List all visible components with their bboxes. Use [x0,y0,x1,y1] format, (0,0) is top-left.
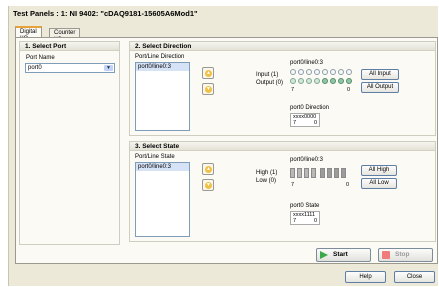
state-switch-1[interactable] [334,168,339,178]
input-label: Input (1) [256,72,279,78]
direction-readout-label: port0 Direction [290,105,330,111]
output-label: Output (0) [256,80,284,86]
direction-move-up-button[interactable]: ▲ [202,67,214,79]
state-switch-6[interactable] [297,168,302,178]
state-switch-3[interactable] [320,168,325,178]
arrow-down-icon: ▼ [205,86,212,93]
direction-list-label: Port/Line Direction [135,54,185,60]
state-readout-low: 0 [313,218,317,224]
digital-io-panel: 1. Select Port Port Name port0 ▼ 2. Sele… [15,37,438,264]
select-port-title: 1. Select Port [20,42,119,51]
window-title: Test Panels : 1: NI 9402: "cDAQ9181-1560… [13,9,198,18]
stop-label: Stop [395,251,410,258]
start-button[interactable]: Start [316,248,371,262]
high-label: High (1) [256,170,278,176]
select-state-group: 3. Select State Port/Line State port0/li… [129,141,436,242]
start-label: Start [333,251,348,258]
direction-readout: xxxx0000 7 0 [290,113,320,127]
state-readout-high: 7 [293,218,297,224]
state-readout-label: port0 State [290,203,320,209]
select-direction-title: 2. Select Direction [130,42,435,51]
dialog-footer: Help Close [9,266,439,286]
output-led-6[interactable] [298,78,304,84]
state-scale-low: 0 [346,182,350,188]
state-readout-scale: 7 0 [293,218,317,224]
direction-readout-high: 7 [293,120,297,126]
state-switch-2[interactable] [327,168,332,178]
input-led-2[interactable] [330,69,336,75]
input-led-7[interactable] [290,69,296,75]
test-panels-window: Test Panels : 1: NI 9402: "cDAQ9181-1560… [8,6,438,286]
direction-scale-low: 0 [347,87,351,93]
output-led-5[interactable] [306,78,312,84]
state-lines-label: port0/line0:3 [290,157,324,163]
port-name-value: port0 [28,65,42,71]
help-button[interactable]: Help [345,271,386,283]
stop-button[interactable]: Stop [378,248,433,262]
state-list-item[interactable]: port0/line0:3 [136,163,189,171]
state-readout: xxxx1111 7 0 [290,211,320,225]
state-switch-0[interactable] [341,168,346,178]
close-button[interactable]: Close [394,271,435,283]
direction-readout-scale: 7 0 [293,120,317,126]
input-led-0[interactable] [346,69,352,75]
low-label: Low (0) [256,178,277,184]
all-input-button[interactable]: All Input [361,69,399,80]
all-high-button[interactable]: All High [361,165,397,176]
direction-listbox[interactable]: port0/line0:3 [135,62,190,131]
state-switch-4[interactable] [311,168,316,178]
chevron-down-icon[interactable]: ▼ [104,65,113,71]
state-move-up-button[interactable]: ▲ [202,163,214,175]
output-led-7[interactable] [290,78,296,84]
input-led-3[interactable] [322,69,328,75]
all-output-button[interactable]: All Output [361,82,399,93]
arrow-up-icon: ▲ [205,166,212,173]
input-led-5[interactable] [306,69,312,75]
state-listbox[interactable]: port0/line0:3 [135,162,190,237]
input-led-6[interactable] [298,69,304,75]
direction-lines-label: port0/line0:3 [290,60,324,66]
direction-list-item[interactable]: port0/line0:3 [136,63,189,71]
state-switch-5[interactable] [304,168,309,178]
state-scale-high: 7 [291,182,295,188]
output-led-4[interactable] [314,78,320,84]
input-led-1[interactable] [338,69,344,75]
port-name-label: Port Name [26,55,55,61]
direction-scale-high: 7 [291,87,295,93]
direction-move-down-button[interactable]: ▼ [202,83,214,95]
arrow-down-icon: ▼ [205,182,212,189]
output-led-0[interactable] [346,78,352,84]
output-led-2[interactable] [330,78,336,84]
state-switch-7[interactable] [290,168,295,178]
select-state-title: 3. Select State [130,142,435,151]
stop-icon [382,251,390,259]
state-list-label: Port/Line State [135,154,175,160]
select-port-group: 1. Select Port Port Name port0 ▼ [19,41,120,245]
output-led-1[interactable] [338,78,344,84]
select-direction-group: 2. Select Direction Port/Line Direction … [129,41,436,136]
input-led-4[interactable] [314,69,320,75]
state-move-down-button[interactable]: ▼ [202,179,214,191]
direction-readout-low: 0 [313,120,317,126]
all-low-button[interactable]: All Low [361,178,397,189]
port-name-select[interactable]: port0 ▼ [25,63,115,73]
play-icon [320,251,328,259]
output-led-3[interactable] [322,78,328,84]
arrow-up-icon: ▲ [205,70,212,77]
